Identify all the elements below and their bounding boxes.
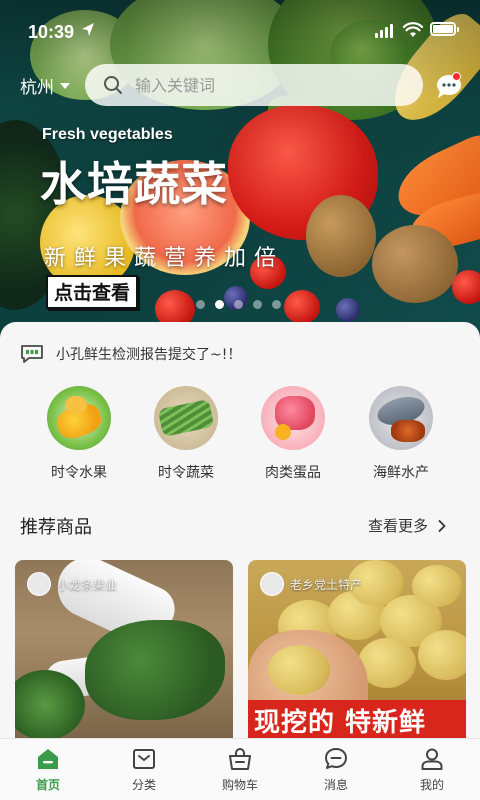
notice-bar[interactable]: 小孔鲜生检测报告提交了~!！ bbox=[20, 342, 241, 366]
category-label: 海鲜水产 bbox=[373, 465, 429, 481]
status-time: 10:39 bbox=[28, 22, 75, 42]
tab-messages[interactable]: 消息 bbox=[288, 739, 384, 800]
profile-icon bbox=[421, 748, 443, 770]
view-more-label: 查看更多 bbox=[368, 517, 429, 535]
pagination-dot-active[interactable] bbox=[215, 300, 224, 309]
tab-label: 我的 bbox=[419, 778, 444, 792]
banner-pagination bbox=[196, 300, 281, 310]
tab-label: 分类 bbox=[131, 778, 156, 792]
category-seafood[interactable]: 海鲜水产 bbox=[351, 386, 451, 482]
product-image-leaves bbox=[15, 670, 85, 740]
category-label: 时令蔬菜 bbox=[158, 465, 214, 481]
wifi-icon bbox=[403, 22, 423, 37]
vegetable-image bbox=[154, 386, 218, 450]
pagination-dot[interactable] bbox=[253, 300, 262, 309]
promo-banner: 现挖的 特新鲜 bbox=[248, 700, 466, 740]
banner-title: 水培蔬菜 bbox=[40, 157, 228, 211]
tab-label: 消息 bbox=[323, 778, 348, 792]
category-label: 肉类蛋品 bbox=[265, 465, 321, 481]
banner-cta-button[interactable]: 点击查看 bbox=[46, 275, 139, 309]
shop-info[interactable]: 老乡党土特产 bbox=[260, 572, 362, 596]
pagination-dot[interactable] bbox=[272, 300, 281, 309]
tab-home[interactable]: 首页 bbox=[0, 739, 96, 800]
tab-label: 首页 bbox=[35, 778, 60, 792]
fruit-image bbox=[47, 386, 111, 450]
section-title: 推荐商品 bbox=[20, 517, 92, 538]
cart-icon bbox=[229, 748, 251, 770]
status-bar: 10:39 bbox=[0, 0, 480, 64]
shop-avatar bbox=[27, 572, 51, 596]
location-arrow-icon bbox=[82, 23, 94, 36]
notification-badge bbox=[452, 72, 461, 81]
pagination-dot[interactable] bbox=[234, 300, 243, 309]
bottom-tab-bar: 首页 分类 购物车 消息 我的 bbox=[0, 738, 480, 800]
shop-avatar bbox=[260, 572, 284, 596]
search-icon bbox=[104, 76, 122, 94]
tab-category[interactable]: 分类 bbox=[96, 739, 192, 800]
product-card[interactable]: 老乡党土特产 现挖的 特新鲜 bbox=[248, 560, 466, 740]
battery-icon bbox=[430, 22, 459, 36]
meat-egg-image bbox=[261, 386, 325, 450]
view-more-link[interactable]: 查看更多 bbox=[368, 515, 446, 536]
product-image-potato bbox=[268, 645, 330, 695]
category-icon bbox=[133, 749, 155, 769]
tab-profile[interactable]: 我的 bbox=[384, 739, 480, 800]
product-image-potato bbox=[418, 630, 466, 680]
shop-name: 老乡党土特产 bbox=[290, 577, 363, 592]
home-icon bbox=[38, 749, 58, 769]
category-label: 时令水果 bbox=[51, 465, 107, 481]
message-icon bbox=[325, 748, 347, 769]
main-content: 小孔鲜生检测报告提交了~!！ 时令水果 时令蔬菜 肉类蛋品 海鲜水产 推荐商品 … bbox=[0, 322, 480, 800]
seafood-image bbox=[369, 386, 433, 450]
product-grid: 小龙条果业 老乡党土特产 现挖的 特新鲜 bbox=[15, 560, 466, 740]
search-bar[interactable] bbox=[85, 64, 423, 106]
shop-name: 小龙条果业 bbox=[57, 577, 118, 592]
product-image-leaves bbox=[85, 620, 225, 720]
cellular-signal-icon bbox=[375, 24, 393, 38]
tab-label: 购物车 bbox=[221, 778, 258, 792]
category-meat-egg[interactable]: 肉类蛋品 bbox=[243, 386, 343, 482]
product-image-potato bbox=[412, 565, 462, 607]
caret-down-icon bbox=[60, 82, 70, 89]
category-fruit[interactable]: 时令水果 bbox=[29, 386, 129, 482]
banner-subtitle: 新鲜果蔬营养加倍 bbox=[44, 246, 285, 271]
tab-cart[interactable]: 购物车 bbox=[192, 739, 288, 800]
search-input[interactable] bbox=[135, 75, 385, 95]
product-card[interactable]: 小龙条果业 bbox=[15, 560, 233, 740]
city-name: 杭州 bbox=[20, 78, 54, 98]
chevron-right-icon bbox=[438, 519, 446, 532]
notice-message-icon bbox=[21, 345, 43, 363]
shop-info[interactable]: 小龙条果业 bbox=[27, 572, 117, 596]
banner-english-tag: Fresh vegetables bbox=[42, 126, 173, 143]
category-vegetable[interactable]: 时令蔬菜 bbox=[136, 386, 236, 482]
city-selector[interactable]: 杭州 bbox=[20, 73, 70, 98]
pagination-dot[interactable] bbox=[196, 300, 205, 309]
notice-text: 小孔鲜生检测报告提交了~!！ bbox=[56, 347, 242, 363]
